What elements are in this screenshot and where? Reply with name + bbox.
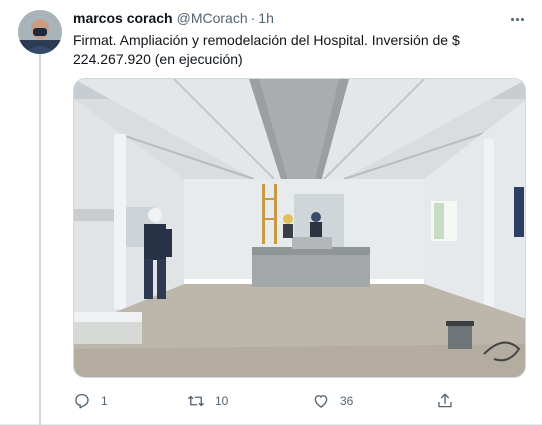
retweet-count: 10 (215, 394, 229, 408)
share-button[interactable] (436, 390, 464, 412)
separator-dot: · (250, 10, 256, 26)
reply-icon (75, 393, 89, 409)
heart-icon (314, 395, 328, 408)
avatar[interactable] (18, 10, 62, 54)
reply-button[interactable]: 1 (73, 390, 108, 412)
more-dot-icon (510, 17, 514, 21)
author-handle[interactable]: @MCorach (177, 10, 248, 26)
reply-count: 1 (101, 394, 108, 408)
tweet-actions: 1 10 36 (73, 390, 473, 412)
tweet-media[interactable] (73, 78, 526, 378)
media-photo (74, 79, 525, 377)
more-dot-icon (515, 17, 519, 21)
more-options-button[interactable] (506, 9, 528, 29)
more-dot-icon (520, 17, 524, 21)
share-icon (438, 393, 452, 408)
like-count: 36 (340, 394, 354, 408)
author-name[interactable]: marcos corach (73, 10, 173, 26)
tweet-text: Firmat. Ampliación y remodelación del Ho… (73, 32, 460, 67)
thread-line (39, 54, 41, 425)
tweet-time[interactable]: 1h (258, 10, 274, 26)
retweet-button[interactable]: 10 (187, 390, 228, 412)
avatar-image (18, 10, 62, 54)
retweet-icon (188, 395, 204, 407)
tweet[interactable]: marcos corach @MCorach · 1h Firmat. Ampl… (0, 0, 542, 425)
like-button[interactable]: 36 (312, 390, 353, 412)
tweet-header: marcos corach @MCorach · 1h (73, 10, 274, 28)
